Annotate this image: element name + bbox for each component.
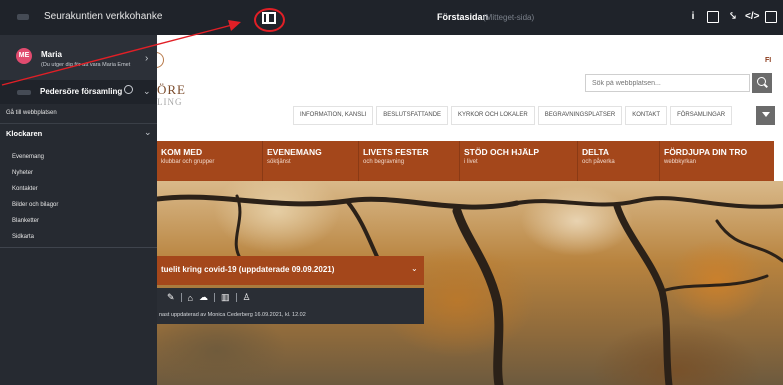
- last-updated-text: nast uppdaterad av Monica Cederberg 16.0…: [159, 312, 306, 318]
- admin-brand: Seurakuntien verkkohanke: [44, 11, 163, 22]
- sidebar-item-sidkarta[interactable]: Sidkarta: [12, 229, 58, 245]
- site-name: Pedersöre församling: [40, 87, 123, 96]
- edit-icon[interactable]: ✎: [167, 292, 175, 303]
- sidebar-menu: Evenemang Nyheter Kontakter Bilder och b…: [12, 149, 58, 245]
- admin-top-bar: Seurakuntien verkkohanke Förstasidan (Mi…: [0, 0, 783, 35]
- quicklink-kyrkor[interactable]: KYRKOR OCH LOKALER: [451, 106, 535, 125]
- chevron-down-icon[interactable]: ⌄: [143, 86, 151, 97]
- admin-sidebar: ME Maria (Du utger dig för att vara Mari…: [0, 35, 157, 385]
- nav-subtitle: och begravning: [363, 159, 405, 165]
- quicklink-begravningsplatser[interactable]: BEGRAVNINGSPLATSER: [537, 106, 623, 125]
- trash-icon[interactable]: ▥: [221, 292, 230, 303]
- go-to-website-link[interactable]: Gå till webbplatsen: [6, 110, 57, 116]
- nav-livets-fester[interactable]: LIVETS FESTER och begravning: [359, 141, 460, 181]
- chevron-right-icon[interactable]: ›: [145, 53, 148, 64]
- site-logo-icon: [17, 14, 29, 20]
- user-panel[interactable]: ME Maria (Du utger dig för att vara Mari…: [0, 35, 157, 80]
- nav-subtitle: söktjänst: [267, 159, 291, 165]
- annotation-circle: [254, 8, 285, 32]
- nav-kom-med[interactable]: KOM MED klubbar och grupper: [157, 141, 263, 181]
- info-icon[interactable]: i: [687, 11, 699, 23]
- quicklink-forsamlingar[interactable]: FÖRSAMLINGAR: [670, 106, 733, 125]
- nav-title: FÖRDJUPA DIN TRO: [664, 147, 748, 157]
- nav-subtitle: klubbar och grupper: [161, 159, 215, 165]
- site-selector[interactable]: Pedersöre församling ⌄: [0, 80, 157, 104]
- site-logo-icon: [17, 90, 31, 95]
- quicklinks: INFORMATION, KANSLI BESLUTSFATTANDE KYRK…: [293, 106, 735, 126]
- search-input[interactable]: [585, 74, 750, 92]
- quicklink-kontakt[interactable]: KONTAKT: [625, 106, 668, 125]
- nav-delta[interactable]: DELTA och påverka: [578, 141, 660, 181]
- search-icon[interactable]: [752, 73, 772, 93]
- sidebar-item-bilder[interactable]: Bilder och bilagor: [12, 197, 58, 213]
- nav-subtitle: webbkyrkan: [664, 159, 697, 165]
- nav-stod-och-hjalp[interactable]: STÖD OCH HJÄLP i livet: [460, 141, 578, 181]
- sidebar-item-evenemang[interactable]: Evenemang: [12, 149, 58, 165]
- hero-image: tuelit kring covid-19 (uppdaterade 09.09…: [157, 181, 783, 385]
- nav-evenemang[interactable]: EVENEMANG söktjänst: [263, 141, 359, 181]
- nav-title: DELTA: [582, 147, 610, 157]
- nav-title: LIVETS FESTER: [363, 147, 429, 157]
- separator: [213, 293, 215, 302]
- toolbar-icons: ✎ ⌂ ☁ ▥ ♙: [167, 292, 257, 303]
- current-page-subtitle: (Mitteget-sida): [483, 13, 535, 22]
- page-icon[interactable]: [707, 11, 719, 23]
- covid-notice-bar[interactable]: tuelit kring covid-19 (uppdaterade 09.09…: [157, 256, 424, 285]
- sidebar-item-nyheter[interactable]: Nyheter: [12, 165, 58, 181]
- notice-title: tuelit kring covid-19 (uppdaterade 09.09…: [161, 265, 335, 274]
- impersonation-note: (Du utger dig för att vara Maria Emet: [41, 62, 131, 68]
- sidebar-item-kontakter[interactable]: Kontakter: [12, 181, 58, 197]
- main-nav: KOM MED klubbar och grupper EVENEMANG sö…: [157, 141, 774, 181]
- current-page-title: Förstasidan: [437, 12, 489, 22]
- divider: [0, 247, 157, 248]
- avatar: ME: [16, 48, 32, 64]
- nav-title: STÖD OCH HJÄLP: [464, 147, 540, 157]
- code-icon[interactable]: </>: [745, 11, 759, 23]
- grid-icon[interactable]: [765, 11, 777, 23]
- language-link[interactable]: FI: [765, 57, 771, 64]
- home-icon[interactable]: ⌂: [188, 293, 193, 303]
- nav-title: KOM MED: [161, 147, 203, 157]
- section-label: Klockaren: [6, 129, 43, 138]
- nav-fordjupa[interactable]: FÖRDJUPA DIN TRO webbkyrkan: [660, 141, 774, 181]
- separator: [235, 293, 237, 302]
- chevron-down-icon[interactable]: [756, 106, 775, 125]
- person-icon[interactable]: ⤥: [727, 11, 739, 23]
- nav-subtitle: och påverka: [582, 159, 615, 165]
- logo-text[interactable]: ÖRE: [157, 82, 186, 98]
- settings-icon[interactable]: [124, 85, 133, 94]
- edit-toolbar: ✎ ⌂ ☁ ▥ ♙ nast uppdaterad av Monica Cede…: [157, 288, 424, 324]
- user-name: Maria: [41, 50, 62, 59]
- nav-title: EVENEMANG: [267, 147, 322, 157]
- sidebar-item-blanketter[interactable]: Blanketter: [12, 213, 58, 229]
- logo-subtext: LING: [157, 97, 183, 107]
- separator: [180, 293, 182, 302]
- site-header: ÖRE LING FI INFORMATION, KANSLI BESLUTSF…: [154, 35, 783, 141]
- person-icon[interactable]: ♙: [243, 292, 251, 303]
- quicklink-beslutsfattande[interactable]: BESLUTSFATTANDE: [376, 106, 449, 125]
- cloud-icon[interactable]: ☁: [199, 292, 208, 303]
- chevron-down-icon[interactable]: ⌄: [144, 127, 152, 138]
- sidebar-section-klockaren[interactable]: Klockaren ⌄: [0, 123, 157, 141]
- nav-subtitle: i livet: [464, 159, 478, 165]
- chevron-down-icon[interactable]: ⌄: [411, 264, 418, 273]
- quicklink-information[interactable]: INFORMATION, KANSLI: [293, 106, 374, 125]
